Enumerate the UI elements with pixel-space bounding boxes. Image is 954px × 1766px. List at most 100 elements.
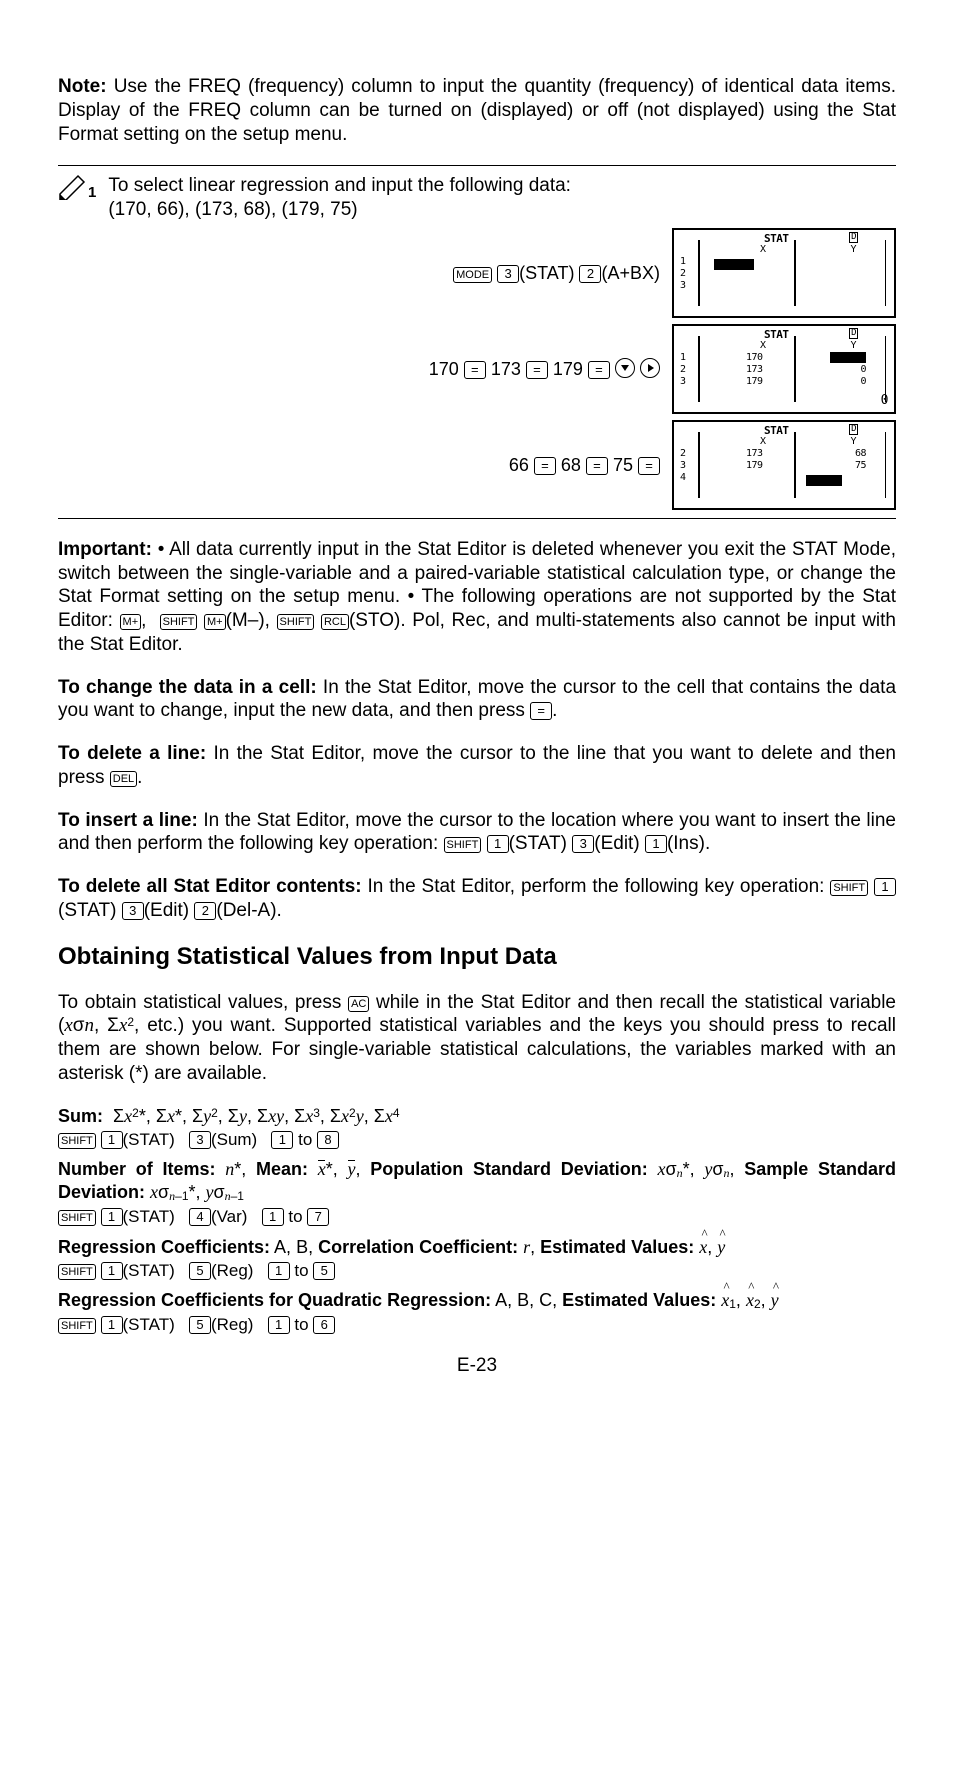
val-170: 170 bbox=[429, 359, 459, 379]
lcd-coly: Y bbox=[850, 436, 856, 449]
delete-line-label: To delete a line: bbox=[58, 743, 206, 764]
menu-stat: (STAT) bbox=[123, 1315, 175, 1334]
mplus-key: M+ bbox=[120, 614, 142, 630]
note-text: Use the FREQ (frequency) column to input… bbox=[58, 76, 896, 145]
seq-stat: (STAT) bbox=[58, 900, 116, 921]
shift-key: SHIFT bbox=[160, 614, 198, 630]
example-step-1: MODE 3(STAT) 2(A+BX) STAT D X Y 1 2 3 bbox=[58, 228, 896, 318]
example-step-2: 170 = 173 = 179 = STAT D X Y 1 2 3 170 1… bbox=[58, 324, 896, 414]
step1-keys: MODE 3(STAT) 2(A+BX) bbox=[58, 262, 672, 285]
step1-stat: (STAT) bbox=[519, 263, 574, 283]
label-mean: Mean: bbox=[256, 1159, 308, 1179]
delete-all-text: In the Stat Editor, perform the followin… bbox=[362, 876, 831, 897]
shift-key: SHIFT bbox=[444, 837, 482, 853]
menu-to: to bbox=[298, 1130, 312, 1149]
important-paragraph: Important: • All data currently input in… bbox=[58, 538, 896, 657]
divider-bottom bbox=[58, 518, 896, 519]
reg-coefs: A, B, bbox=[270, 1237, 318, 1257]
menu-stat: (STAT) bbox=[123, 1261, 175, 1280]
seq-dela: (Del-A). bbox=[216, 900, 281, 921]
key-3: 3 bbox=[189, 1131, 211, 1149]
key-8: 8 bbox=[317, 1131, 339, 1149]
page-number: E-23 bbox=[58, 1354, 896, 1378]
menu-reg: (Reg) bbox=[211, 1315, 254, 1334]
lcd-colx: X bbox=[760, 244, 766, 257]
key-3: 3 bbox=[122, 902, 144, 920]
sum-label: Sum: bbox=[58, 1106, 103, 1126]
right-arrow-key bbox=[640, 358, 660, 378]
label-numitems: Number of Items: bbox=[58, 1159, 216, 1179]
delete-all-label: To delete all Stat Editor contents: bbox=[58, 876, 362, 897]
eq-key: = bbox=[534, 457, 556, 475]
insert-line-label: To insert a line: bbox=[58, 810, 198, 831]
rcl-key: RCL bbox=[321, 614, 349, 630]
val-179: 179 bbox=[553, 359, 583, 379]
menu-to: to bbox=[294, 1315, 308, 1334]
shift-key: SHIFT bbox=[830, 880, 868, 896]
key-3: 3 bbox=[572, 835, 594, 853]
key-2: 2 bbox=[194, 902, 216, 920]
divider-top bbox=[58, 165, 896, 166]
seq-edit: (Edit) bbox=[144, 900, 189, 921]
step2-keys: 170 = 173 = 179 = bbox=[58, 358, 672, 381]
key-1: 1 bbox=[262, 1208, 284, 1226]
lcd-yvals: 68 75 bbox=[855, 448, 866, 472]
key-1: 1 bbox=[101, 1131, 123, 1149]
pencil-icon bbox=[58, 174, 92, 200]
label-corr: Correlation Coefficient: bbox=[318, 1237, 518, 1257]
step3-keys: 66 = 68 = 75 = bbox=[58, 454, 672, 477]
lcd-stat: STAT bbox=[764, 424, 789, 438]
obtain-paragraph: To obtain statistical values, press AC w… bbox=[58, 991, 896, 1086]
key-1: 1 bbox=[487, 835, 509, 853]
step1-abx: (A+BX) bbox=[601, 263, 660, 283]
important-label: Important: bbox=[58, 539, 152, 560]
val-68: 68 bbox=[561, 455, 581, 475]
example-intro-block: To select linear regression and input th… bbox=[108, 174, 571, 222]
regquad-block: Regression Coefficients for Quadratic Re… bbox=[58, 1289, 896, 1312]
val-75: 75 bbox=[613, 455, 633, 475]
delete-line-paragraph: To delete a line: In the Stat Editor, mo… bbox=[58, 742, 896, 790]
lcd-stat: STAT bbox=[764, 328, 789, 342]
numitems-block: Number of Items: n*, Mean: x*, y, Popula… bbox=[58, 1158, 896, 1204]
lcd-2: STAT D X Y 1 2 3 170 173 179 00 0 bbox=[672, 324, 896, 414]
numitems-menu: SHIFT 1(STAT) 4(Var) 1 to 7 bbox=[58, 1206, 896, 1227]
menu-var: (Var) bbox=[211, 1207, 248, 1226]
key-4: 4 bbox=[189, 1208, 211, 1226]
label-est-quad: Estimated Values: bbox=[562, 1290, 716, 1310]
lcd-cursor bbox=[806, 473, 842, 488]
eq-key: = bbox=[464, 361, 486, 379]
label-regquad: Regression Coefficients for Quadratic Re… bbox=[58, 1290, 491, 1310]
note-label: Note: bbox=[58, 76, 107, 97]
key-5: 5 bbox=[189, 1316, 211, 1334]
lcd-xvals: 170 173 179 bbox=[746, 352, 763, 388]
shift-key: SHIFT bbox=[58, 1133, 96, 1149]
lcd-1: STAT D X Y 1 2 3 bbox=[672, 228, 896, 318]
obtain-p2b: , etc.) you want. Supported statistical … bbox=[58, 1015, 896, 1084]
lcd-rows: 1 2 3 bbox=[680, 352, 686, 388]
key-1: 1 bbox=[645, 835, 667, 853]
eq-key: = bbox=[586, 457, 608, 475]
menu-to: to bbox=[288, 1207, 302, 1226]
lcd-cursor bbox=[714, 257, 754, 272]
sum-menu: SHIFT 1(STAT) 3(Sum) 1 to 8 bbox=[58, 1129, 896, 1150]
change-cell-label: To change the data in a cell: bbox=[58, 677, 317, 698]
ac-key: AC bbox=[348, 996, 369, 1012]
key-3: 3 bbox=[497, 265, 519, 283]
lcd-d-indicator: D bbox=[849, 328, 858, 339]
eq-key: = bbox=[526, 361, 548, 379]
key-7: 7 bbox=[307, 1208, 329, 1226]
mplus-key: M+ bbox=[204, 614, 226, 630]
sum-block: Sum: Σx2*, Σx*, Σy2, Σy, Σxy, Σx3, Σx2y,… bbox=[58, 1105, 896, 1128]
key-6: 6 bbox=[313, 1316, 335, 1334]
mode-key: MODE bbox=[453, 267, 492, 283]
note-paragraph: Note: Use the FREQ (frequency) column to… bbox=[58, 75, 896, 146]
key-5: 5 bbox=[189, 1262, 211, 1280]
key-1: 1 bbox=[874, 878, 896, 896]
important-text-b: (M–), bbox=[226, 610, 277, 631]
label-reg-coef: Regression Coefficients: bbox=[58, 1237, 270, 1257]
del-key: DEL bbox=[110, 771, 137, 787]
seq-ins: (Ins). bbox=[667, 833, 710, 854]
shift-key: SHIFT bbox=[58, 1210, 96, 1226]
reg-block: Regression Coefficients: A, B, Correlati… bbox=[58, 1236, 896, 1259]
lcd-coly: Y bbox=[850, 340, 856, 353]
